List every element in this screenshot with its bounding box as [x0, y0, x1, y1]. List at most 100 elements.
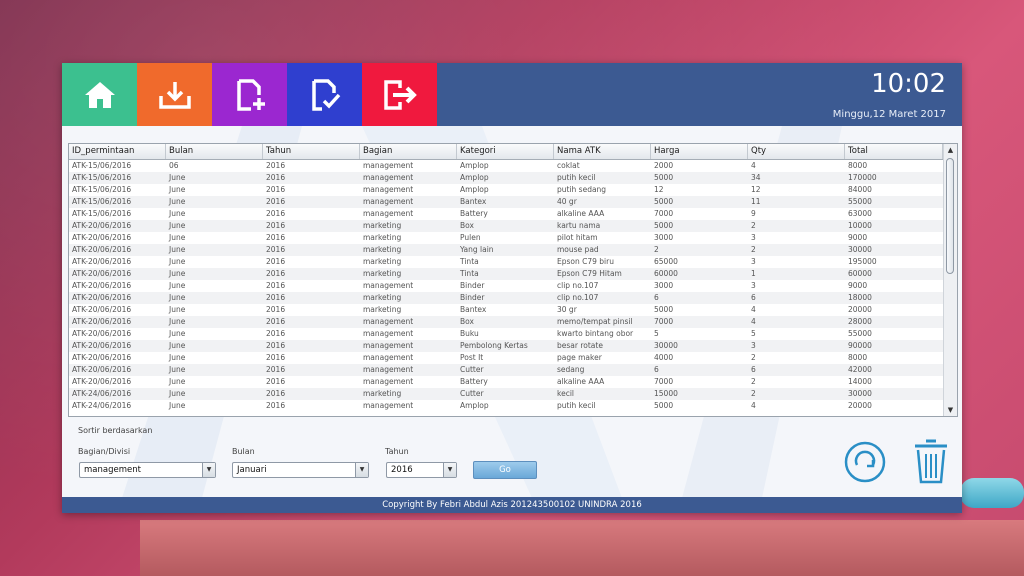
table-cell: ATK-20/06/2016	[72, 293, 132, 302]
divisi-label: Bagian/Divisi	[78, 447, 131, 456]
add-document-icon	[236, 78, 265, 111]
table-row[interactable]: ATK-20/06/2016 June 2016 management Box memo/…	[69, 316, 943, 328]
table-cell: 195000	[848, 257, 877, 266]
table-cell: Pembolong Kertas	[460, 341, 528, 350]
column-header[interactable]: Tahun	[263, 144, 360, 159]
table-cell: 4	[751, 401, 756, 410]
go-button[interactable]: Go	[473, 461, 537, 479]
scroll-thumb[interactable]	[946, 158, 954, 274]
column-header[interactable]: Bulan	[166, 144, 263, 159]
table-cell: 2016	[266, 317, 286, 326]
tahun-select[interactable]: 2016 ▼	[386, 462, 457, 478]
table-row[interactable]: ATK-20/06/2016 June 2016 management Binder cl…	[69, 280, 943, 292]
table-cell: Pulen	[460, 233, 481, 242]
table-cell: 10000	[848, 221, 872, 230]
table-cell: 2	[751, 389, 756, 398]
chevron-down-icon[interactable]: ▼	[202, 463, 215, 477]
sort-label: Sortir berdasarkan	[78, 426, 153, 435]
table-row[interactable]: ATK-15/06/2016 June 2016 management Battery a…	[69, 208, 943, 220]
table-cell: 2016	[266, 185, 286, 194]
column-header[interactable]: Nama ATK	[554, 144, 651, 159]
table-row[interactable]: ATK-20/06/2016 June 2016 marketing Pulen pilo…	[69, 232, 943, 244]
table-cell: ATK-15/06/2016	[72, 209, 132, 218]
trash-icon	[915, 439, 947, 484]
top-toolbar: 10:02 Minggu,12 Maret 2017	[62, 63, 962, 126]
table-cell: June	[169, 293, 186, 302]
table-row[interactable]: ATK-24/06/2016 June 2016 marketing Cutter kec…	[69, 388, 943, 400]
refresh-button[interactable]	[844, 441, 886, 487]
table-row[interactable]: ATK-20/06/2016 June 2016 management Cutter se…	[69, 364, 943, 376]
verify-button[interactable]	[287, 63, 362, 126]
table-cell: 60000	[654, 269, 678, 278]
table-cell: 9	[751, 209, 756, 218]
desk-object	[960, 478, 1024, 508]
table-cell: 3000	[654, 281, 674, 290]
table-row[interactable]: ATK-15/06/2016 June 2016 management Bantex 40…	[69, 196, 943, 208]
table-cell: 7000	[654, 209, 674, 218]
table-cell: 2016	[266, 221, 286, 230]
table-cell: 2	[751, 221, 756, 230]
table-cell: kwarto bintang obor	[557, 329, 634, 338]
table-cell: marketing	[363, 389, 402, 398]
table-cell: 2016	[266, 269, 286, 278]
column-header[interactable]: Qty	[748, 144, 845, 159]
table-row[interactable]: ATK-20/06/2016 June 2016 management Battery a…	[69, 376, 943, 388]
table-cell: 2016	[266, 401, 286, 410]
table-cell: 5000	[654, 197, 674, 206]
column-header[interactable]: Kategori	[457, 144, 554, 159]
table-row[interactable]: ATK-15/06/2016 June 2016 management Amplop pu…	[69, 172, 943, 184]
table-row[interactable]: ATK-20/06/2016 June 2016 marketing Binder cli…	[69, 292, 943, 304]
table-cell: 28000	[848, 317, 872, 326]
table-cell: 20000	[848, 401, 872, 410]
table-row[interactable]: ATK-15/06/2016 June 2016 management Amplop pu…	[69, 184, 943, 196]
divisi-select[interactable]: management ▼	[79, 462, 216, 478]
column-header[interactable]: Bagian	[360, 144, 457, 159]
table-row[interactable]: ATK-20/06/2016 June 2016 marketing Bantex 30 …	[69, 304, 943, 316]
table-row[interactable]: ATK-20/06/2016 June 2016 marketing Yang lain…	[69, 244, 943, 256]
table-cell: June	[169, 281, 186, 290]
table-cell: June	[169, 305, 186, 314]
table-cell: ATK-24/06/2016	[72, 401, 132, 410]
table-cell: Buku	[460, 329, 479, 338]
add-request-button[interactable]	[212, 63, 287, 126]
table-cell: June	[169, 353, 186, 362]
table-row[interactable]: ATK-20/06/2016 June 2016 management Post It p…	[69, 352, 943, 364]
table-row[interactable]: ATK-20/06/2016 June 2016 marketing Tinta Epso…	[69, 256, 943, 268]
import-button[interactable]	[137, 63, 212, 126]
exit-button[interactable]	[362, 63, 437, 126]
table-row[interactable]: ATK-20/06/2016 June 2016 marketing Tinta Epso…	[69, 268, 943, 280]
scroll-up-icon[interactable]: ▲	[944, 144, 957, 156]
table-cell: 2016	[266, 257, 286, 266]
column-header[interactable]: Total	[845, 144, 943, 159]
table-cell: putih sedang	[557, 185, 607, 194]
table-cell: 11	[751, 197, 761, 206]
table-cell: 8000	[848, 353, 868, 362]
table-row[interactable]: ATK-24/06/2016 June 2016 management Amplop pu…	[69, 400, 943, 412]
table-cell: June	[169, 185, 186, 194]
table-cell: clip no.107	[557, 281, 599, 290]
table-cell: management	[363, 281, 414, 290]
delete-button[interactable]	[912, 439, 950, 489]
table-row[interactable]: ATK-15/06/2016 06 2016 management Amplop cokl…	[69, 160, 943, 172]
home-icon	[84, 81, 115, 108]
scroll-down-icon[interactable]: ▼	[944, 404, 957, 416]
home-button[interactable]	[62, 63, 137, 126]
table-cell: 40 gr	[557, 197, 577, 206]
table-row[interactable]: ATK-20/06/2016 June 2016 marketing Box kartu …	[69, 220, 943, 232]
vertical-scrollbar[interactable]: ▲ ▼	[943, 144, 957, 416]
table-row[interactable]: ATK-20/06/2016 June 2016 management Pembolon…	[69, 340, 943, 352]
table-cell: 2016	[266, 341, 286, 350]
data-table[interactable]: ID_permintaan Bulan Tahun Bagian Kategori Nam…	[68, 143, 958, 417]
table-cell: 2016	[266, 293, 286, 302]
chevron-down-icon[interactable]: ▼	[355, 463, 368, 477]
table-cell: June	[169, 173, 186, 182]
chevron-down-icon[interactable]: ▼	[443, 463, 456, 477]
column-header[interactable]: ID_permintaan	[69, 144, 166, 159]
table-row[interactable]: ATK-20/06/2016 June 2016 management Buku kwar…	[69, 328, 943, 340]
table-cell: June	[169, 245, 186, 254]
table-cell: 2016	[266, 209, 286, 218]
column-header[interactable]: Harga	[651, 144, 748, 159]
table-cell: 12	[654, 185, 664, 194]
bulan-select[interactable]: Januari ▼	[232, 462, 369, 478]
table-cell: 5	[654, 329, 659, 338]
